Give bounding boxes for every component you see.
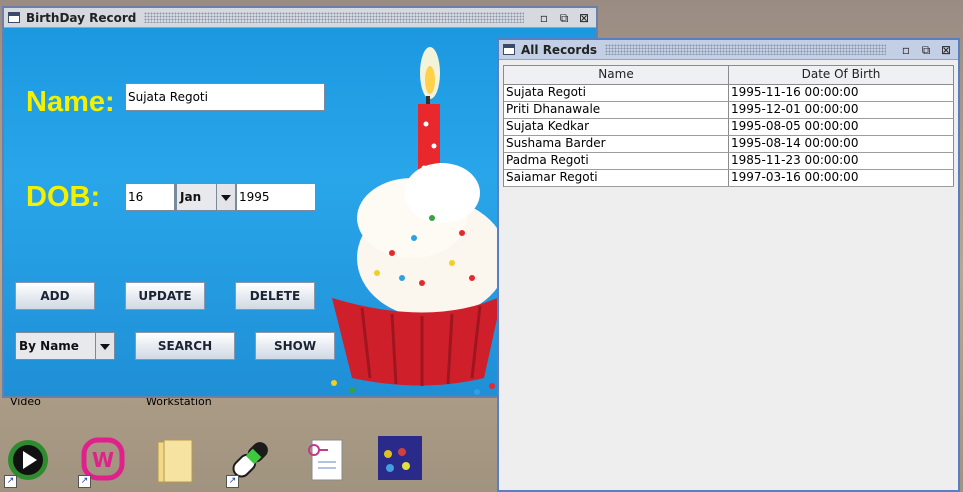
name-label: Name: <box>26 86 115 118</box>
pill-icon[interactable]: ↗ <box>226 436 274 488</box>
table-row[interactable]: Padma Regoti 1985-11-23 00:00:00 <box>504 153 954 170</box>
column-header-dob[interactable]: Date Of Birth <box>729 66 954 84</box>
cell-dob[interactable]: 1995-11-16 00:00:00 <box>729 85 954 101</box>
all-records-window: All Records ▫ ⧉ ⊠ Name Date Of Birth Suj… <box>497 38 960 492</box>
cell-dob[interactable]: 1995-08-05 00:00:00 <box>729 119 954 135</box>
maximize-icon[interactable]: ⧉ <box>556 11 572 25</box>
records-panel: Name Date Of Birth Sujata Regoti 1995-11… <box>499 60 958 490</box>
minimize-icon[interactable]: ▫ <box>536 11 552 25</box>
cell-name[interactable]: Sujata Kedkar <box>504 119 729 135</box>
close-icon[interactable]: ⊠ <box>576 11 592 25</box>
window-icon <box>503 44 515 55</box>
table-row[interactable]: Saiamar Regoti 1997-03-16 00:00:00 <box>504 170 954 187</box>
dob-label: DOB: <box>26 181 101 213</box>
search-by-value: By Name <box>19 339 79 353</box>
update-button[interactable]: UPDATE <box>125 282 205 310</box>
cell-dob[interactable]: 1995-12-01 00:00:00 <box>729 102 954 118</box>
add-button[interactable]: ADD <box>15 282 95 310</box>
cell-name[interactable]: Sushama Barder <box>504 136 729 152</box>
name-input[interactable]: Sujata Regoti <box>125 83 325 111</box>
svg-text:W: W <box>92 448 114 472</box>
search-button[interactable]: SEARCH <box>135 332 235 360</box>
month-select[interactable]: Jan <box>176 183 236 211</box>
year-input[interactable]: 1995 <box>236 183 316 211</box>
cell-dob[interactable]: 1995-08-14 00:00:00 <box>729 136 954 152</box>
column-header-name[interactable]: Name <box>504 66 729 84</box>
screensaver-icon[interactable] <box>376 436 424 488</box>
table-row[interactable]: Sujata Regoti 1995-11-16 00:00:00 <box>504 85 954 102</box>
cell-name[interactable]: Padma Regoti <box>504 153 729 169</box>
records-table: Name Date Of Birth Sujata Regoti 1995-11… <box>503 65 954 187</box>
month-select-value: Jan <box>180 190 202 204</box>
birthday-window-titlebar[interactable]: BirthDay Record ▫ ⧉ ⊠ <box>4 8 596 28</box>
chevron-down-icon[interactable] <box>95 333 114 359</box>
wamp-server-icon[interactable]: W ↗ <box>78 436 126 488</box>
cell-dob[interactable]: 1985-11-23 00:00:00 <box>729 153 954 169</box>
table-header: Name Date Of Birth <box>504 65 954 85</box>
table-row[interactable]: Sujata Kedkar 1995-08-05 00:00:00 <box>504 119 954 136</box>
cupcake-image <box>331 47 502 395</box>
day-input[interactable]: 16 <box>125 183 175 211</box>
table-row[interactable]: Priti Dhanawale 1995-12-01 00:00:00 <box>504 102 954 119</box>
folder-icon[interactable] <box>152 436 200 488</box>
media-player-icon[interactable]: ↗ <box>4 436 52 488</box>
close-icon[interactable]: ⊠ <box>938 43 954 57</box>
delete-button[interactable]: DELETE <box>235 282 315 310</box>
show-button[interactable]: SHOW <box>255 332 335 360</box>
titlebar-grip <box>605 44 886 55</box>
search-by-select[interactable]: By Name <box>15 332 115 360</box>
cell-name[interactable]: Saiamar Regoti <box>504 170 729 186</box>
titlebar-grip <box>144 12 524 23</box>
cell-dob[interactable]: 1997-03-16 00:00:00 <box>729 170 954 186</box>
records-window-titlebar[interactable]: All Records ▫ ⧉ ⊠ <box>499 40 958 60</box>
maximize-icon[interactable]: ⧉ <box>918 43 934 57</box>
birthday-window-title: BirthDay Record <box>26 10 137 25</box>
cell-name[interactable]: Sujata Regoti <box>504 85 729 101</box>
window-icon <box>8 12 20 23</box>
records-window-title: All Records <box>521 42 598 57</box>
minimize-icon[interactable]: ▫ <box>898 43 914 57</box>
cell-name[interactable]: Priti Dhanawale <box>504 102 729 118</box>
chevron-down-icon[interactable] <box>216 184 235 210</box>
file-key-icon[interactable] <box>302 436 350 488</box>
table-row[interactable]: Sushama Barder 1995-08-14 00:00:00 <box>504 136 954 153</box>
